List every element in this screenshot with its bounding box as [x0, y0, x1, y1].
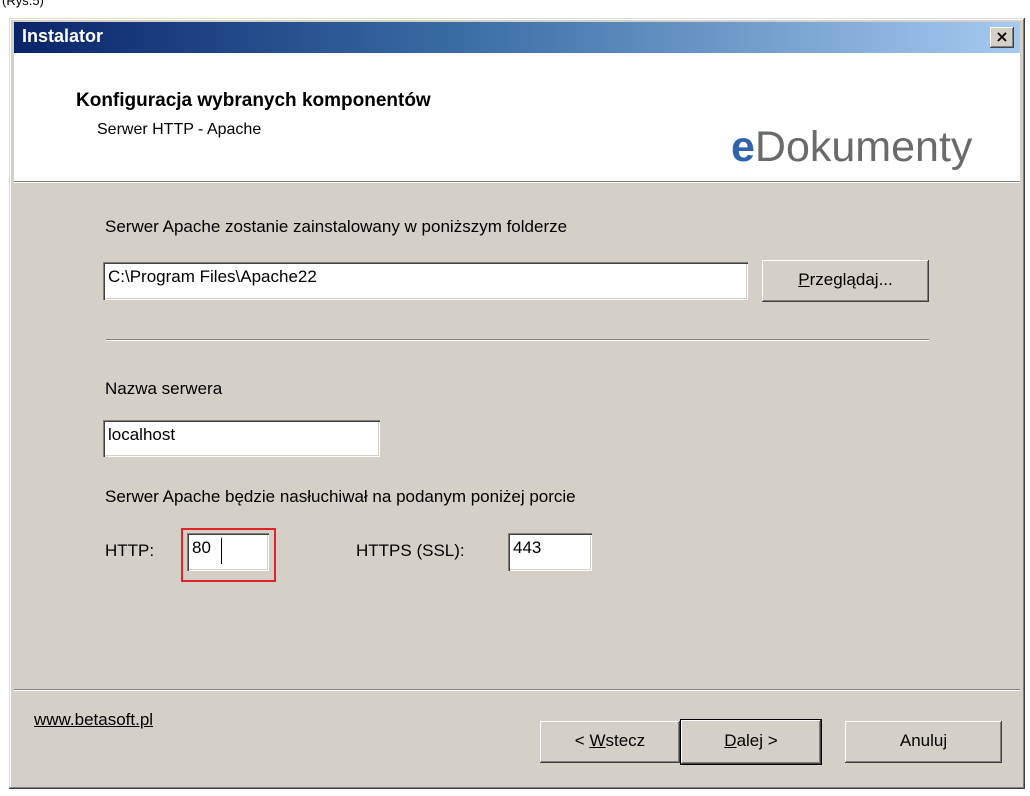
title-bar[interactable]: Instalator ×	[14, 22, 1020, 53]
server-name-label: Nazwa serwera	[105, 379, 223, 398]
back-label: stecz	[605, 731, 646, 750]
close-icon: ×	[995, 27, 1009, 46]
header-subtitle: Serwer HTTP - Apache	[97, 121, 262, 138]
wizard-header: Konfiguracja wybranych komponentów Serwe…	[14, 53, 1020, 181]
next-accel: D	[724, 731, 737, 750]
browse-label: rzeglądaj...	[809, 270, 893, 289]
next-button[interactable]: Dalej >	[680, 719, 822, 765]
cancel-button[interactable]: Anuluj	[845, 721, 1002, 763]
header-divider	[14, 181, 1020, 183]
http-port-highlight	[181, 528, 276, 582]
http-label: HTTP:	[105, 541, 155, 560]
port-label: Serwer Apache będzie nasłuchiwał na poda…	[105, 487, 576, 506]
section-divider	[106, 339, 929, 341]
footer-divider	[14, 689, 1020, 691]
header-title: Konfiguracja wybranych komponentów	[76, 90, 431, 111]
window-title: Instalator	[22, 26, 104, 46]
logo-e: e	[731, 123, 755, 171]
edokumenty-logo: eDokumenty	[731, 123, 972, 172]
back-prefix: <	[574, 731, 590, 750]
back-accel: W	[589, 731, 606, 750]
server-name-input[interactable]: localhost	[103, 420, 380, 457]
figure-caption: (Rys.5)	[2, 0, 44, 8]
https-label: HTTPS (SSL):	[356, 541, 465, 560]
betasoft-link[interactable]: www.betasoft.pl	[34, 710, 153, 730]
install-path-input[interactable]: C:\Program Files\Apache22	[103, 262, 748, 300]
logo-text: Dokumenty	[754, 123, 973, 171]
install-folder-label: Serwer Apache zostanie zainstalowany w p…	[105, 217, 568, 236]
next-label: alej >	[736, 731, 778, 750]
browse-accel: P	[798, 270, 810, 289]
browse-button[interactable]: Przeglądaj...	[762, 260, 929, 302]
https-port-input[interactable]: 443	[508, 533, 592, 571]
back-button[interactable]: < Wstecz	[540, 721, 680, 763]
close-button[interactable]: ×	[990, 27, 1014, 48]
